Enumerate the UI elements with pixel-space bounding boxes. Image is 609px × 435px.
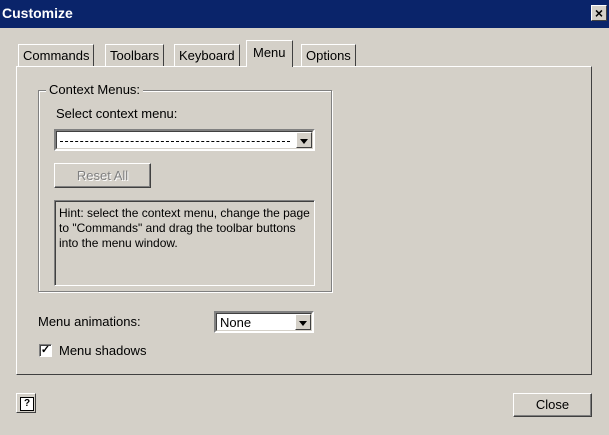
- select-context-menu-label: Select context menu:: [56, 106, 177, 121]
- context-menu-select[interactable]: [54, 129, 315, 151]
- hint-text-box: Hint: select the context menu, change th…: [54, 200, 315, 286]
- chevron-down-icon: [300, 139, 308, 144]
- tab-menu[interactable]: Menu: [246, 40, 293, 67]
- tab-keyboard[interactable]: Keyboard: [174, 44, 240, 66]
- context-menu-select-field: [56, 131, 313, 149]
- tab-toolbars[interactable]: Toolbars: [105, 44, 165, 66]
- menu-animations-value: None: [220, 315, 252, 330]
- menu-shadows-checkbox[interactable]: ✓: [39, 344, 52, 357]
- menu-shadows-label: Menu shadows: [59, 343, 147, 358]
- tab-commands[interactable]: Commands: [18, 44, 95, 66]
- check-icon: ✓: [40, 344, 51, 356]
- help-button[interactable]: ?: [16, 393, 36, 413]
- menu-animations-select-field: None: [216, 313, 312, 331]
- context-menus-group-label: Context Menus:: [46, 82, 144, 97]
- context-menu-select-placeholder-line: [60, 141, 290, 142]
- close-button[interactable]: Close: [513, 393, 592, 417]
- select-context-menu-label-text: Select context menu:: [56, 106, 178, 121]
- window-title: Customize: [2, 5, 73, 21]
- title-bar[interactable]: Customize ×: [0, 0, 609, 28]
- help-icon: ?: [20, 397, 34, 411]
- customize-dialog: Customize × Commands Toolbars Keyboard M…: [0, 0, 609, 435]
- context-menu-dropdown-button[interactable]: [296, 132, 312, 148]
- menu-animations-dropdown-button[interactable]: [295, 314, 311, 330]
- tab-options[interactable]: Options: [301, 44, 356, 66]
- menu-animations-select[interactable]: None: [214, 311, 314, 333]
- close-icon[interactable]: ×: [591, 5, 607, 21]
- menu-animations-label: Menu animations:: [38, 314, 141, 329]
- chevron-down-icon: [299, 321, 307, 326]
- reset-all-button[interactable]: Reset All: [54, 163, 151, 188]
